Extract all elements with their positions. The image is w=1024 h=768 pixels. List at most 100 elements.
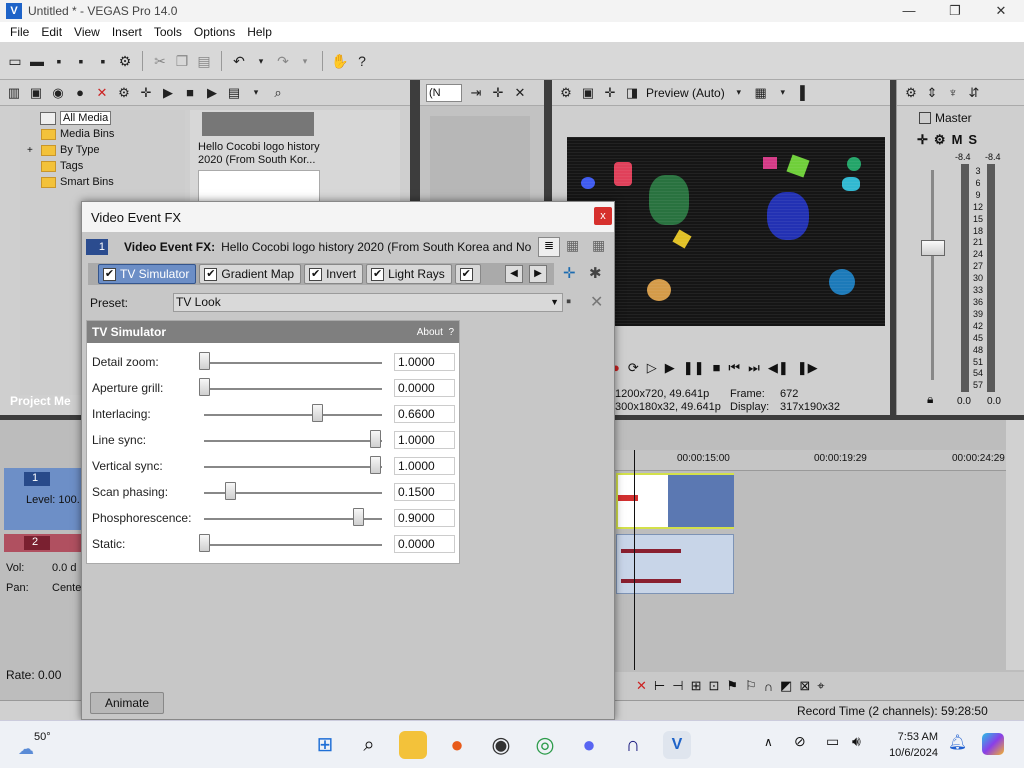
animate-button[interactable]: Animate	[90, 692, 164, 714]
menu-edit[interactable]: Edit	[35, 22, 68, 42]
go-to-start-icon[interactable]: ⏮	[728, 360, 740, 378]
param-value-field[interactable]: 0.0000	[394, 379, 455, 397]
bypass-checkbox[interactable]: ✔	[309, 267, 323, 281]
file-explorer-icon[interactable]	[399, 731, 427, 759]
slider-track[interactable]	[204, 466, 382, 468]
slider-track[interactable]	[204, 388, 382, 390]
quality-dropdown-icon[interactable]: ▾	[731, 87, 747, 98]
slider-track[interactable]	[204, 544, 382, 546]
timeline-ruler[interactable]: 00:00:15:00 00:00:19:29 00:00:24:29	[614, 450, 1009, 470]
playhead-cursor[interactable]	[634, 450, 635, 670]
show-hidden-icons-chevron[interactable]: ∧	[764, 735, 773, 749]
render-icon[interactable]: ▪	[94, 52, 112, 70]
audio-track-header[interactable]: 2	[4, 534, 90, 552]
preview-play-icon[interactable]: ▶	[160, 85, 176, 101]
bypass-checkbox[interactable]: ✔	[371, 267, 385, 281]
paste-icon[interactable]: ▤	[195, 52, 213, 70]
downmix-icon[interactable]: ⇕	[924, 85, 940, 101]
split-icon[interactable]: ✛	[490, 85, 506, 101]
video-fx-icon[interactable]: ✛	[602, 85, 618, 101]
video-track-header[interactable]: 1 Level: 100.	[4, 468, 90, 530]
master-properties-gear-icon[interactable]: ⚙	[903, 85, 919, 101]
slider-thumb[interactable]	[199, 534, 210, 552]
master-gear-icon[interactable]: ⚙	[934, 132, 946, 148]
save-icon[interactable]: ▪	[50, 52, 68, 70]
slider-thumb[interactable]	[370, 430, 381, 448]
region-icon[interactable]: ⚐	[745, 678, 757, 694]
auto-ripple-icon[interactable]: ◩	[780, 678, 792, 694]
tree-item-media-bins[interactable]: Media Bins	[20, 126, 185, 142]
next-frame-icon[interactable]: ❚▶	[797, 360, 818, 378]
vol-value[interactable]: 0.0 d	[52, 558, 76, 578]
param-value-field[interactable]: 1.0000	[394, 431, 455, 449]
chain-gradient-map[interactable]: ✔ Gradient Map	[199, 264, 302, 284]
trim-start-icon[interactable]: ⊢	[654, 678, 665, 694]
copilot-icon[interactable]	[982, 733, 1004, 755]
lock-event-icon[interactable]: ⊡	[708, 678, 719, 694]
dim-output-icon[interactable]: ♆	[945, 85, 961, 100]
list-view-icon[interactable]: ≣	[538, 237, 560, 257]
menu-tools[interactable]: Tools	[148, 22, 188, 42]
lock-icon[interactable]: 🔒︎	[927, 392, 933, 407]
redo-icon[interactable]: ↷	[274, 52, 292, 70]
volume-icon[interactable]: 🔊︎	[852, 733, 861, 750]
maximize-button[interactable]: ❐	[932, 0, 978, 22]
views-dropdown-icon[interactable]: ▾	[248, 87, 264, 98]
remove-plugin-icon[interactable]: ✱	[589, 264, 602, 282]
get-media-icon[interactable]: ◉	[50, 85, 66, 101]
import-media-icon[interactable]: ▥	[6, 85, 22, 101]
param-value-field[interactable]: 0.0000	[394, 535, 455, 553]
slider-track[interactable]	[204, 362, 382, 364]
play-from-start-icon[interactable]: ▷	[647, 360, 657, 378]
menu-help[interactable]: Help	[241, 22, 278, 42]
about-link[interactable]: About ?	[417, 327, 454, 338]
slider-thumb[interactable]	[199, 378, 210, 396]
trim-icon[interactable]: ⇥	[468, 85, 484, 101]
capture-icon[interactable]: ▣	[28, 85, 44, 101]
bypass-checkbox[interactable]: ✔	[204, 267, 218, 281]
save-as-icon[interactable]: ▪	[72, 52, 90, 70]
split-icon[interactable]: ⊞	[691, 678, 702, 694]
slider-thumb[interactable]	[311, 404, 323, 422]
timeline-vertical-scrollbar[interactable]	[1006, 420, 1024, 670]
tree-item-all-media[interactable]: All Media	[20, 110, 185, 126]
split-screen-icon[interactable]: ◨	[624, 85, 640, 101]
snapping-magnet-icon[interactable]: ∩	[764, 679, 773, 694]
auto-preview-icon[interactable]: ▶	[204, 85, 220, 101]
chain-light-rays[interactable]: ✔ Light Rays	[366, 264, 452, 284]
preset-select[interactable]: TV Look ▼	[173, 293, 563, 312]
save-preset-icon[interactable]: ▪	[566, 293, 571, 310]
dialog-close-button[interactable]: x	[594, 207, 612, 225]
selection-tool-icon[interactable]: ⌖	[817, 678, 824, 694]
trim-end-icon[interactable]: ⊣	[672, 678, 683, 694]
preview-stop-icon[interactable]: ■	[182, 85, 198, 100]
crossfade-icon[interactable]: ⊠	[799, 678, 810, 694]
chain-scroll-right-icon[interactable]: ▶	[529, 265, 547, 283]
play-icon[interactable]: ▶	[665, 360, 675, 378]
display-icon[interactable]: ▭	[826, 733, 839, 750]
firefox-icon[interactable]: ●	[443, 731, 471, 759]
preset-dropdown-icon[interactable]: ▼	[550, 294, 559, 311]
param-value-field[interactable]: 1.0000	[394, 353, 455, 371]
overlays-dropdown-icon[interactable]: ▾	[775, 87, 791, 98]
redo-dropdown-icon[interactable]: ▾	[296, 52, 314, 70]
delete-icon[interactable]: ✕	[636, 678, 647, 694]
undo-icon[interactable]: ↶	[230, 52, 248, 70]
chain-overflow[interactable]: ✔	[454, 264, 481, 284]
slider-thumb[interactable]	[370, 456, 381, 474]
param-value-field[interactable]: 0.1500	[394, 483, 455, 501]
overlays-grid-icon[interactable]: ▦	[753, 85, 769, 101]
web-icon[interactable]: ●	[72, 85, 88, 100]
slider-track[interactable]	[204, 414, 382, 416]
vegas-taskbar-icon[interactable]: V	[663, 731, 691, 759]
param-value-field[interactable]: 0.6600	[394, 405, 455, 423]
menu-view[interactable]: View	[68, 22, 106, 42]
preview-quality-select[interactable]: Preview (Auto)	[646, 86, 725, 100]
enable-snapping-icon[interactable]: ✋	[331, 52, 349, 70]
chrome-icon[interactable]: ◎	[531, 731, 559, 759]
new-file-icon[interactable]: ▭	[6, 52, 24, 70]
master-fx-icon[interactable]: ✛	[917, 132, 928, 148]
media-generators-icon[interactable]: ✛	[138, 85, 154, 101]
loop-playback-icon[interactable]: ⟳	[628, 360, 639, 378]
chain-tv-simulator[interactable]: ✔ TV Simulator	[98, 264, 197, 284]
